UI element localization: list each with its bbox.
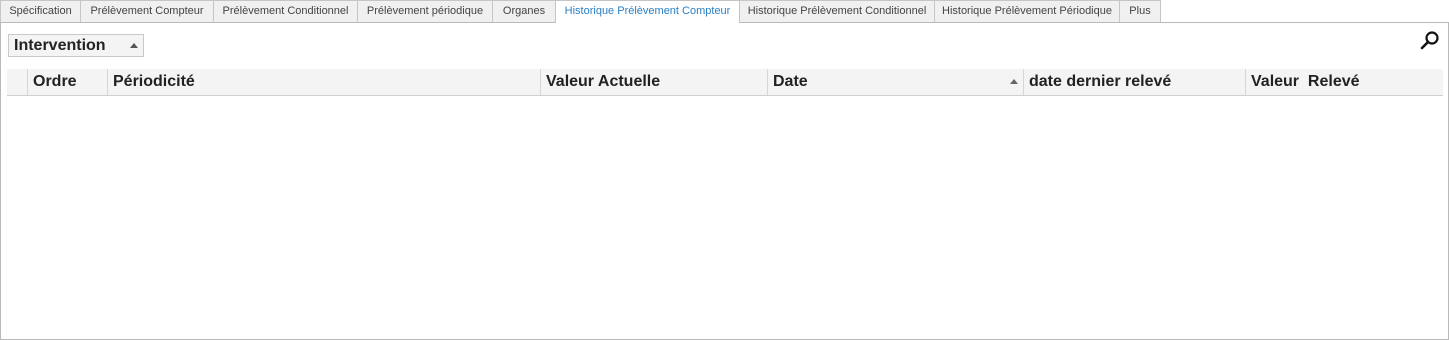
tab-content-panel: Intervention Ordre Périodicité Valeur Ac… xyxy=(0,22,1449,340)
tab-prelevement-periodique[interactable]: Prélèvement périodique xyxy=(357,0,493,22)
column-header-date[interactable]: Date xyxy=(768,69,1024,95)
tab-specification[interactable]: Spécification xyxy=(0,0,81,22)
column-header-date-dernier-releve[interactable]: date dernier relevé xyxy=(1024,69,1246,95)
column-label: Date xyxy=(773,73,808,90)
tab-historique-prelevement-compteur[interactable]: Historique Prélèvement Compteur xyxy=(555,0,740,23)
column-header-valeur-actuelle[interactable]: Valeur Actuelle xyxy=(541,69,768,95)
sort-up-icon[interactable] xyxy=(130,43,138,48)
tab-plus[interactable]: Plus xyxy=(1119,0,1161,22)
sort-ascending-icon xyxy=(1010,79,1018,84)
tab-historique-prelevement-conditionnel[interactable]: Historique Prélèvement Conditionnel xyxy=(739,0,935,22)
column-header-valeur-releve[interactable]: Valeur Relevé xyxy=(1246,69,1443,95)
column-header-ordre[interactable]: Ordre xyxy=(28,69,108,95)
tab-organes[interactable]: Organes xyxy=(492,0,556,22)
column-label: Valeur Actuelle xyxy=(546,73,661,90)
tab-prelevement-conditionnel[interactable]: Prélèvement Conditionnel xyxy=(213,0,358,22)
column-header-periodicite[interactable]: Périodicité xyxy=(108,69,541,95)
tab-bar: Spécification Prélèvement Compteur Prélè… xyxy=(0,0,1449,23)
column-label: date dernier relevé xyxy=(1029,73,1172,90)
grid-body[interactable] xyxy=(7,96,1443,336)
column-label: Ordre xyxy=(33,73,77,90)
column-label: Valeur Relevé xyxy=(1251,73,1360,90)
group-by-intervention[interactable]: Intervention xyxy=(8,34,144,57)
tab-prelevement-compteur[interactable]: Prélèvement Compteur xyxy=(80,0,214,22)
grid-header: Ordre Périodicité Valeur Actuelle Date d… xyxy=(7,69,1443,96)
search-icon[interactable] xyxy=(1419,30,1441,52)
tab-historique-prelevement-periodique[interactable]: Historique Prélèvement Périodique xyxy=(934,0,1120,22)
column-label: Périodicité xyxy=(113,73,195,90)
row-indicator-header xyxy=(7,69,28,95)
group-by-label: Intervention xyxy=(14,37,106,54)
